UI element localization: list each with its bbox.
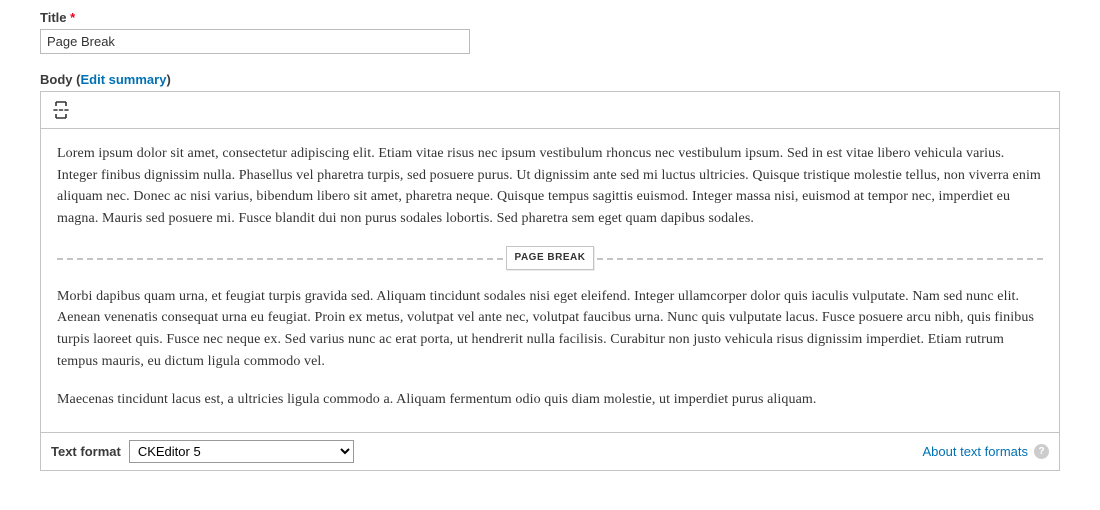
title-label: Title * — [40, 10, 1060, 25]
page-break-button[interactable] — [49, 98, 73, 122]
text-format-label: Text format — [51, 444, 121, 459]
footer-right: About text formats ? — [923, 444, 1050, 459]
page-break-badge: PAGE BREAK — [506, 246, 595, 270]
edit-summary-link[interactable]: Edit summary — [80, 72, 166, 87]
body-paragraph: Lorem ipsum dolor sit amet, consectetur … — [57, 143, 1043, 230]
editor-content[interactable]: Lorem ipsum dolor sit amet, consectetur … — [41, 129, 1059, 432]
title-input[interactable] — [40, 29, 470, 54]
required-marker: * — [70, 10, 75, 25]
help-icon[interactable]: ? — [1034, 444, 1049, 459]
editor-toolbar — [41, 92, 1059, 129]
body-label: Body (Edit summary) — [40, 72, 1060, 87]
about-text-formats-link[interactable]: About text formats — [923, 444, 1029, 459]
body-paragraph: Maecenas tincidunt lacus est, a ultricie… — [57, 389, 1043, 411]
editor-footer: Text format CKEditor 5 About text format… — [41, 432, 1059, 470]
text-format-group: Text format CKEditor 5 — [51, 440, 354, 463]
page-break-widget[interactable]: PAGE BREAK — [57, 248, 1043, 268]
text-format-select[interactable]: CKEditor 5 — [129, 440, 354, 463]
body-paragraph: Morbi dapibus quam urna, et feugiat turp… — [57, 286, 1043, 373]
page-break-icon — [51, 100, 71, 120]
editor-wrapper: Lorem ipsum dolor sit amet, consectetur … — [40, 91, 1060, 471]
paren-close: ) — [166, 72, 170, 87]
title-label-text: Title — [40, 10, 67, 25]
body-label-prefix: Body — [40, 72, 76, 87]
title-field-wrapper: Title * — [40, 10, 1060, 54]
